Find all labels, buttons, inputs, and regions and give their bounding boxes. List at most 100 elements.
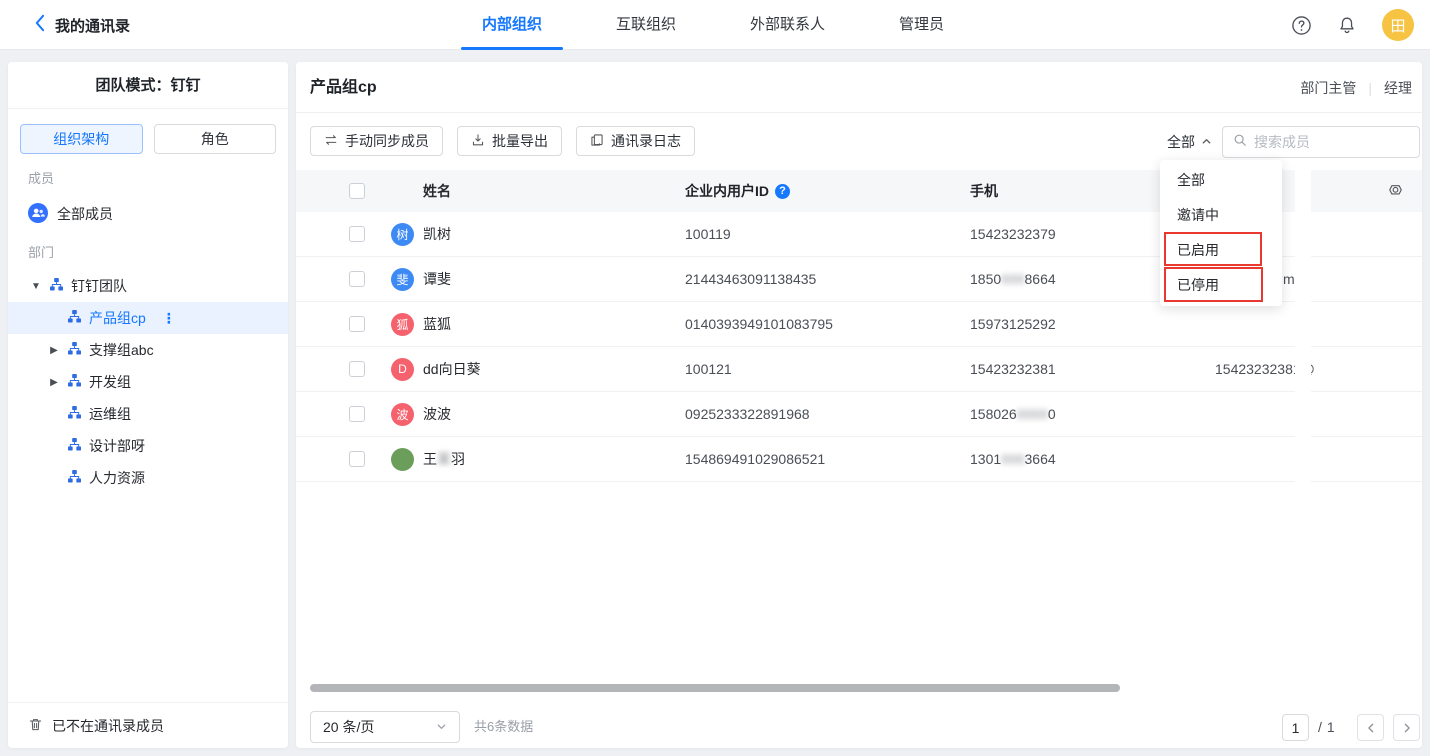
select-all-checkbox[interactable] [349, 183, 365, 199]
sidebar-item-all-members[interactable]: 全部成员 [8, 204, 288, 224]
department-icon [68, 342, 81, 358]
contact-log-button[interactable]: 通讯录日志 [576, 126, 695, 156]
menu-item-enabled[interactable]: 已启用 [1160, 233, 1282, 268]
caret-down-icon[interactable]: ▼ [30, 281, 42, 292]
help-question-badge-icon[interactable]: ? [775, 184, 790, 199]
panel-header: 产品组cp 部门主管 | 经理 [296, 62, 1422, 113]
tree-item-label: 开发组 [89, 372, 131, 392]
members-section-label: 成员 [28, 168, 288, 184]
back-button[interactable]: 我的通讯录 [34, 0, 130, 50]
tree-item-label: 运维组 [89, 404, 131, 424]
member-name: 蓝狐 [423, 302, 451, 346]
department-icon [50, 278, 63, 294]
member-name: dd向日葵 [423, 347, 481, 391]
member-user-id: 0925233322891968 [685, 392, 810, 436]
manager-link[interactable]: 经理 [1384, 78, 1412, 98]
contact-log-label: 通讯录日志 [611, 131, 681, 151]
roles-button[interactable]: 角色 [154, 124, 277, 154]
next-page-button[interactable] [1393, 714, 1420, 741]
tree-item-label: 钉钉团队 [71, 276, 127, 296]
members-group-icon [28, 203, 48, 226]
member-user-id: 0140393949101083795 [685, 302, 833, 346]
horizontal-scrollbar[interactable] [310, 684, 1120, 692]
sync-icon [324, 133, 338, 150]
tree-item-label: 支撑组abc [89, 340, 154, 360]
department-icon [68, 310, 81, 326]
member-name: 波波 [423, 392, 451, 436]
tab-internal-org[interactable]: 内部组织 [482, 0, 542, 50]
column-header-mobile: 手机 [970, 170, 998, 212]
caret-right-icon[interactable]: ▶ [48, 377, 60, 388]
topbar-actions: 田 [1291, 0, 1414, 50]
chevron-down-icon [436, 719, 447, 735]
download-icon [471, 133, 485, 150]
caret-right-icon[interactable]: ▶ [48, 345, 60, 356]
chevron-up-icon [1201, 134, 1212, 150]
avatar: 树 [391, 223, 414, 246]
row-checkbox[interactable] [349, 271, 365, 287]
back-chevron-icon [34, 14, 45, 37]
page-size-value: 20 条/页 [323, 717, 374, 737]
table-row[interactable]: 狐 蓝狐 0140393949101083795 15973125292 [296, 302, 1422, 347]
tab-connected-org[interactable]: 互联组织 [616, 0, 676, 50]
more-actions-icon[interactable]: ⋮ [162, 310, 177, 327]
status-filter-dropdown[interactable]: 全部 [1167, 126, 1212, 158]
notification-bell-icon[interactable] [1337, 15, 1357, 35]
tree-item-product-group[interactable]: 产品组cp ⋮ [8, 302, 288, 334]
table-scroll-gutter [1295, 170, 1311, 489]
tree-item-support-group[interactable]: ▶ 支撑组abc [8, 334, 288, 366]
toolbar: 手动同步成员 批量导出 通讯录日志 [310, 126, 695, 158]
row-checkbox[interactable] [349, 316, 365, 332]
removed-members-label: 已不在通讯录成员 [52, 716, 164, 736]
sidebar-toggle: 组织架构 角色 [20, 124, 276, 154]
row-checkbox[interactable] [349, 226, 365, 242]
tab-admins[interactable]: 管理员 [899, 0, 944, 50]
current-page-input[interactable]: 1 [1282, 714, 1309, 741]
row-checkbox[interactable] [349, 361, 365, 377]
department-icon [68, 406, 81, 422]
team-mode-title: 团队模式：钉钉 [8, 74, 288, 98]
column-header-name: 姓名 [423, 170, 451, 212]
search-icon [1233, 133, 1247, 152]
search-input[interactable] [1254, 134, 1430, 150]
menu-item-all[interactable]: 全部 [1160, 163, 1282, 198]
avatar: 斐 [391, 268, 414, 291]
tree-item-label: 人力资源 [89, 468, 145, 488]
tab-external-contacts[interactable]: 外部联系人 [750, 0, 825, 50]
prev-page-button[interactable] [1357, 714, 1384, 741]
page-size-select[interactable]: 20 条/页 [310, 711, 460, 743]
top-tabs: 内部组织 互联组织 外部联系人 管理员 [482, 0, 944, 50]
batch-export-button[interactable]: 批量导出 [457, 126, 562, 156]
tree-item-dingding-team[interactable]: ▼ 钉钉团队 [8, 270, 288, 302]
manual-sync-button[interactable]: 手动同步成员 [310, 126, 443, 156]
column-settings-icon[interactable] [1387, 182, 1404, 202]
avatar: D [391, 358, 414, 381]
help-icon[interactable] [1291, 15, 1312, 36]
department-icon [68, 438, 81, 454]
row-checkbox[interactable] [349, 451, 365, 467]
avatar: 狐 [391, 313, 414, 336]
app-screen: 我的通讯录 内部组织 互联组织 外部联系人 管理员 田 团队模式：钉钉 组织架构… [0, 0, 1430, 756]
divider: | [1368, 80, 1372, 96]
department-tree: ▼ 钉钉团队 产品组cp ⋮ ▶ 支撑组abc ▶ 开发组 运维组 [8, 270, 288, 494]
department-title: 产品组cp [310, 62, 377, 113]
menu-item-disabled[interactable]: 已停用 [1160, 268, 1282, 303]
status-filter-menu: 全部 邀请中 已启用 已停用 [1160, 160, 1282, 306]
table-row[interactable]: D dd向日葵 100121 15423232381 15423232381@ [296, 347, 1422, 392]
row-checkbox[interactable] [349, 406, 365, 422]
divider [8, 108, 288, 109]
table-row[interactable]: 波 波波 0925233322891968 15802688880 [296, 392, 1422, 437]
user-avatar[interactable]: 田 [1382, 9, 1414, 41]
tree-item-hr[interactable]: 人力资源 [8, 462, 288, 494]
tree-item-ops-group[interactable]: 运维组 [8, 398, 288, 430]
member-user-id: 154869491029086521 [685, 437, 825, 481]
removed-members-link[interactable]: 已不在通讯录成员 [8, 702, 288, 748]
trash-icon [28, 717, 43, 735]
menu-item-inviting[interactable]: 邀请中 [1160, 198, 1282, 233]
org-structure-button[interactable]: 组织架构 [20, 124, 143, 154]
dept-manager-link[interactable]: 部门主管 [1300, 78, 1356, 98]
department-icon [68, 374, 81, 390]
tree-item-dev-group[interactable]: ▶ 开发组 [8, 366, 288, 398]
tree-item-design-dept[interactable]: 设计部呀 [8, 430, 288, 462]
table-row[interactable]: 王某羽 154869491029086521 13018883664 [296, 437, 1422, 482]
